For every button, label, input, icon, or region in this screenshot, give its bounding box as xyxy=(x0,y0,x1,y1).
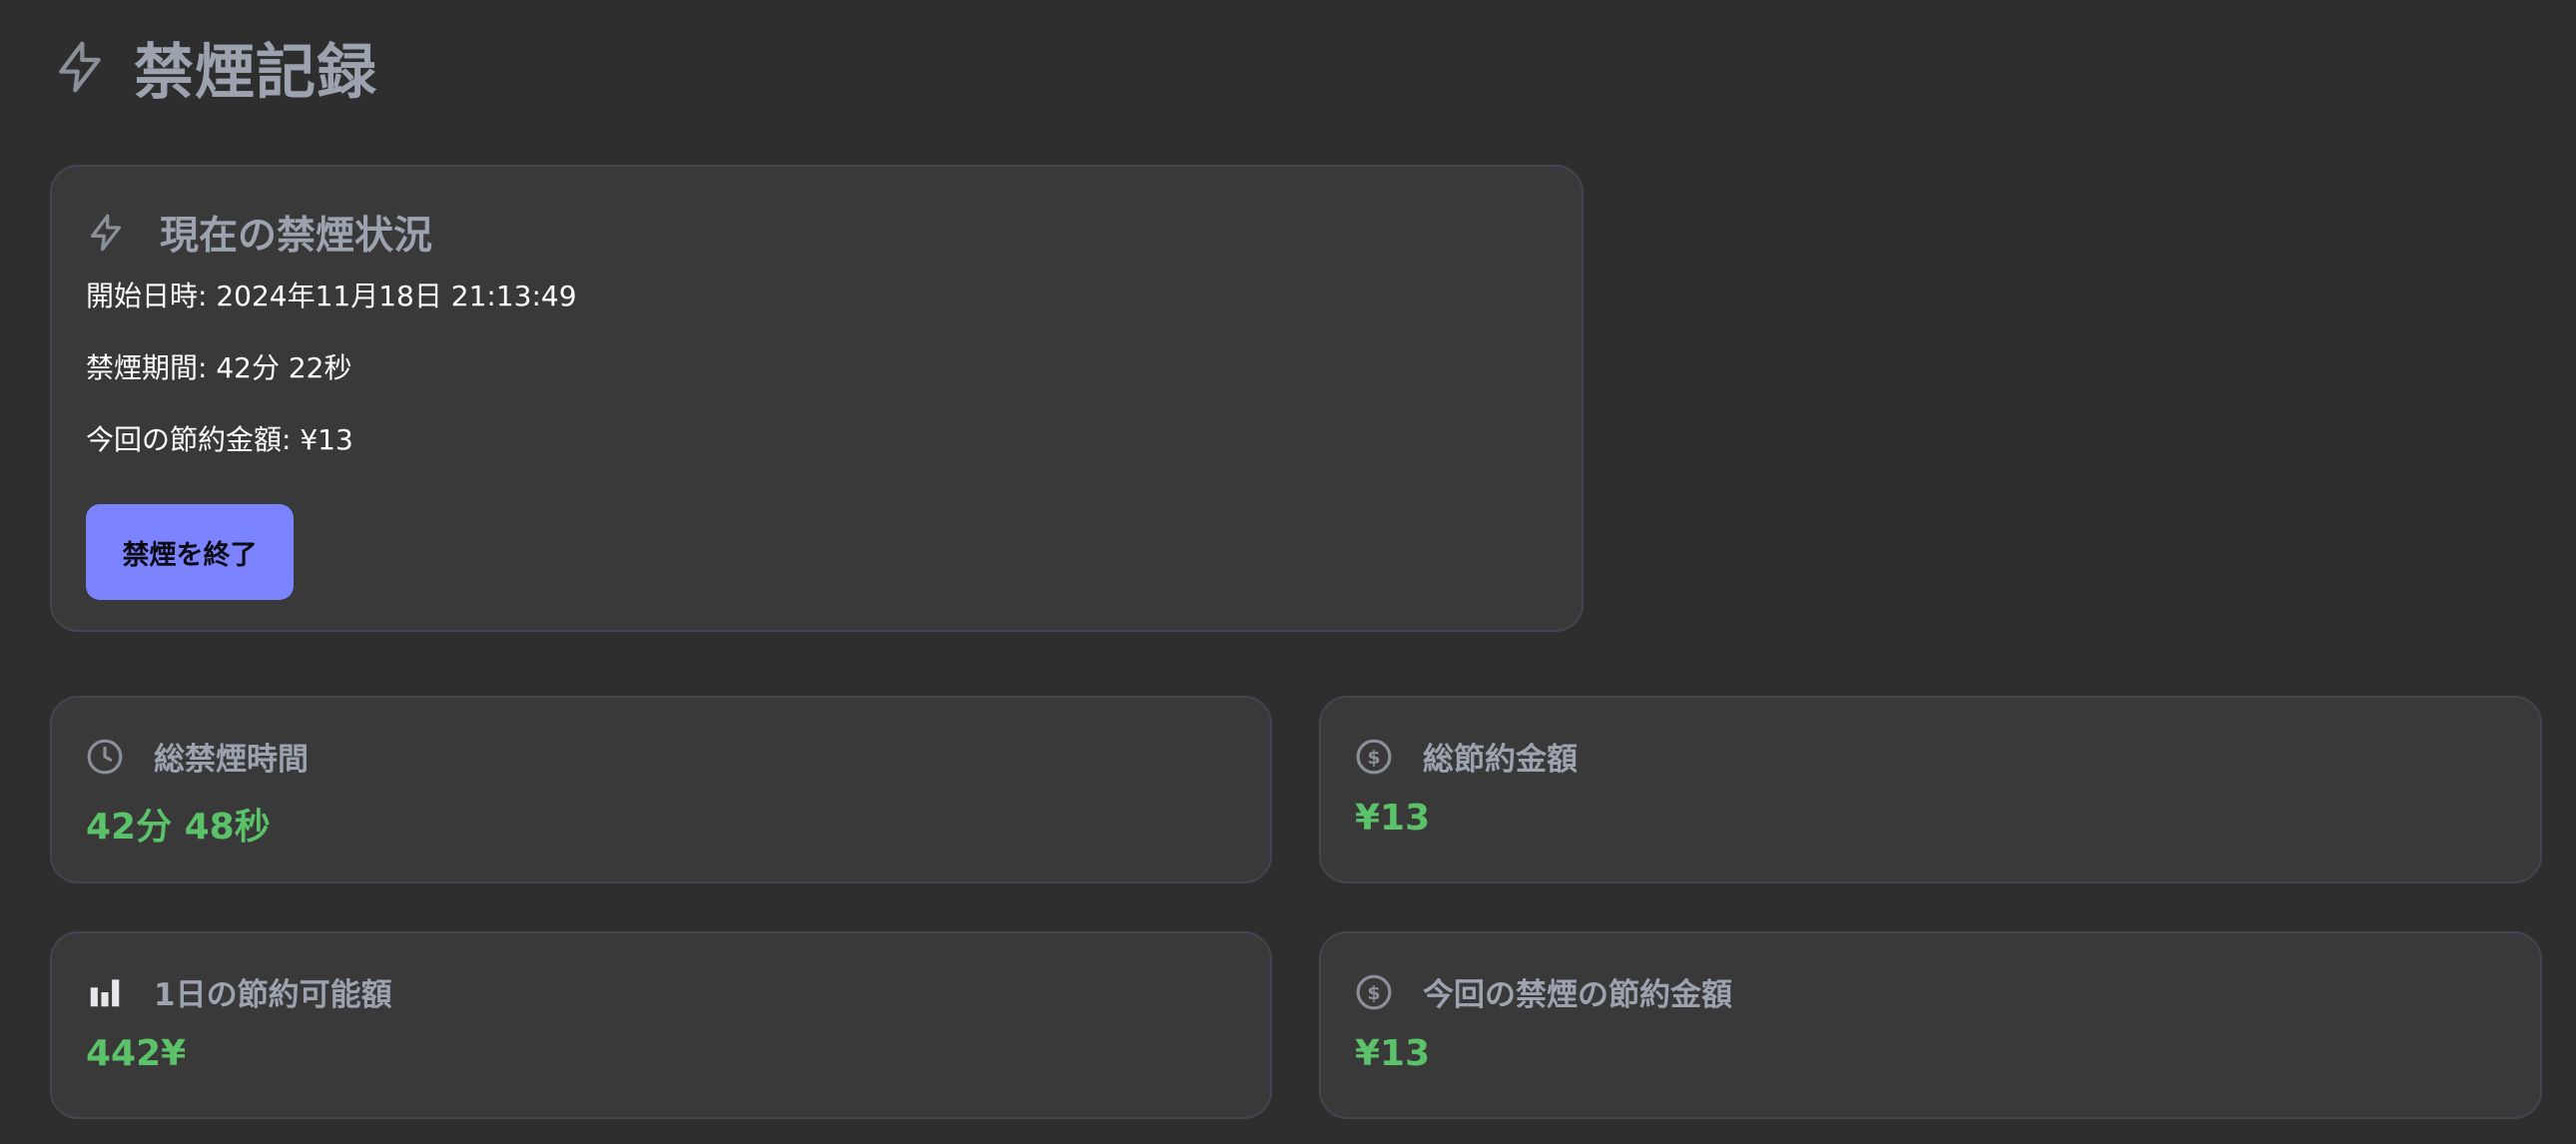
stat-label: 今回の禁煙の節約金額 xyxy=(1423,977,1732,1013)
status-card-header: 現在の禁煙状況 xyxy=(86,205,432,261)
page-title: 禁煙記録 xyxy=(134,37,377,108)
dollar-circle-icon: $ xyxy=(1355,973,1393,1011)
lightning-icon xyxy=(86,211,126,255)
stat-value: 442¥ xyxy=(86,1033,187,1074)
lightning-icon xyxy=(52,37,108,97)
end-quit-button[interactable]: 禁煙を終了 xyxy=(86,504,294,600)
start-datetime: 開始日時: 2024年11月18日 21:13:49 xyxy=(86,280,577,312)
stat-card-current-savings: $ 今回の禁煙の節約金額 ¥13 xyxy=(1319,931,2542,1119)
stat-card-total-time: 総禁煙時間 42分 48秒 xyxy=(50,696,1272,883)
stat-value: ¥13 xyxy=(1355,798,1431,839)
svg-text:$: $ xyxy=(1367,982,1380,1004)
stat-label: 1日の節約可能額 xyxy=(154,977,392,1013)
current-savings: 今回の節約金額: ¥13 xyxy=(86,423,353,456)
clock-icon xyxy=(86,738,124,776)
bar-chart-icon xyxy=(86,973,124,1011)
current-status-card: 現在の禁煙状況 開始日時: 2024年11月18日 21:13:49 禁煙期間:… xyxy=(50,165,1584,632)
quit-duration: 禁煙期間: 42分 22秒 xyxy=(86,351,352,384)
stat-label: 総禁煙時間 xyxy=(154,742,309,778)
stat-value: 42分 48秒 xyxy=(86,807,271,848)
svg-text:$: $ xyxy=(1367,747,1380,769)
page-header: 禁煙記録 xyxy=(52,28,377,108)
dollar-circle-icon: $ xyxy=(1355,738,1393,776)
stat-value: ¥13 xyxy=(1355,1033,1431,1074)
stat-card-total-savings: $ 総節約金額 ¥13 xyxy=(1319,696,2542,883)
stat-label: 総節約金額 xyxy=(1423,742,1578,778)
status-card-title: 現在の禁煙状況 xyxy=(160,214,433,259)
stat-card-daily-savings: 1日の節約可能額 442¥ xyxy=(50,931,1272,1119)
